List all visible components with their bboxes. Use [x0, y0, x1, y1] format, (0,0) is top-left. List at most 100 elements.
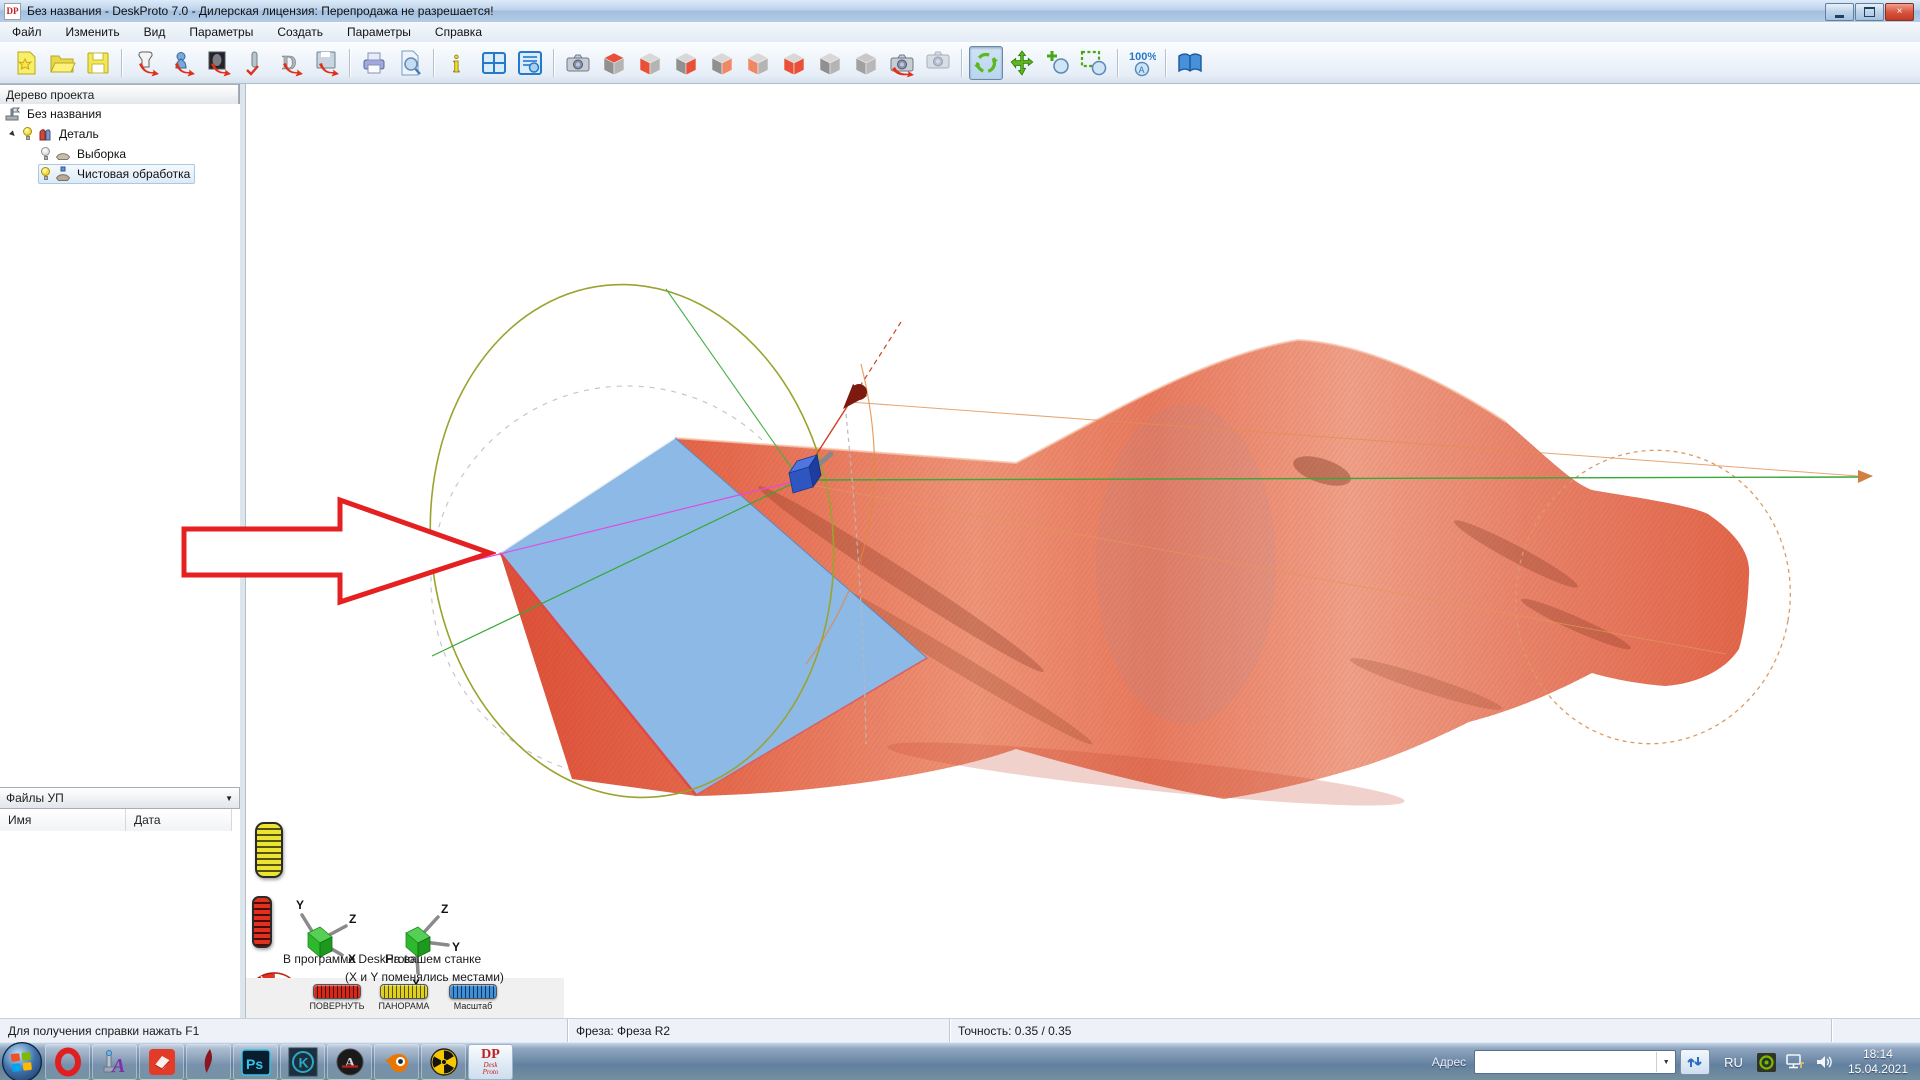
- new-project-icon[interactable]: [9, 46, 43, 80]
- tree-item-2[interactable]: Выборка: [0, 144, 240, 164]
- tree-item-0[interactable]: Без названия: [0, 104, 240, 124]
- radiation-icon[interactable]: [421, 1044, 466, 1080]
- window-title: Без названия - DeskProto 7.0 - Дилерская…: [27, 4, 494, 18]
- flame-icon[interactable]: [186, 1044, 231, 1080]
- toolbar-separator: [349, 49, 351, 77]
- print-preview-icon[interactable]: [393, 46, 427, 80]
- zoom-100-icon[interactable]: 100%A: [1125, 46, 1159, 80]
- window-layout-icon[interactable]: [477, 46, 511, 80]
- opera-icon[interactable]: [45, 1044, 90, 1080]
- tree-item-1[interactable]: ▶ Деталь: [0, 124, 240, 144]
- sketchup-icon[interactable]: [139, 1044, 184, 1080]
- address-combo[interactable]: ▼: [1474, 1050, 1676, 1074]
- address-input[interactable]: [1475, 1053, 1656, 1071]
- recall-view-icon[interactable]: [885, 46, 919, 80]
- toolbar-separator: [121, 49, 123, 77]
- visibility-bulb-icon[interactable]: [40, 167, 51, 181]
- agisoft-icon[interactable]: A: [327, 1044, 372, 1080]
- artcam-icon[interactable]: A: [92, 1044, 137, 1080]
- project-tree-title: Дерево проекта: [6, 88, 94, 102]
- toolbar-separator: [1117, 49, 1119, 77]
- rotate-view-icon[interactable]: [969, 46, 1003, 80]
- open-bitmap-icon[interactable]: [201, 46, 235, 80]
- status-hint: Для получения справки нажать F1: [0, 1019, 568, 1042]
- info-icon[interactable]: i: [441, 46, 475, 80]
- open-relief-icon[interactable]: [165, 46, 199, 80]
- toolbar-separator: [553, 49, 555, 77]
- view-left-icon[interactable]: [741, 46, 775, 80]
- minimize-button[interactable]: [1825, 3, 1854, 21]
- viewport-3d[interactable]: Y Z X Z Y X В программе DeskProto На ваш…: [246, 84, 1920, 1018]
- column-name[interactable]: Имя: [0, 809, 126, 831]
- menu-item-3[interactable]: Параметры: [177, 22, 265, 42]
- kompas-icon[interactable]: K: [280, 1044, 325, 1080]
- save-project-icon[interactable]: [81, 46, 115, 80]
- language-indicator[interactable]: RU: [1724, 1055, 1743, 1070]
- network-tray-icon[interactable]: [1784, 1052, 1806, 1072]
- close-button[interactable]: ×: [1885, 3, 1914, 21]
- zoom-mode-button[interactable]: [449, 984, 497, 999]
- zoom-slider[interactable]: [255, 822, 283, 878]
- expander-icon[interactable]: ▶: [5, 126, 21, 142]
- photoshop-icon[interactable]: Ps: [233, 1044, 278, 1080]
- rotate-slider[interactable]: [252, 896, 272, 948]
- app-logo-icon: DP: [4, 3, 21, 20]
- open-geometry-icon[interactable]: [129, 46, 163, 80]
- clock[interactable]: 18:14 15.04.2021: [1848, 1047, 1908, 1077]
- address-dropdown-icon[interactable]: ▼: [1656, 1052, 1675, 1072]
- pan-mode-button[interactable]: [380, 984, 428, 999]
- pan-view-icon[interactable]: [1005, 46, 1039, 80]
- visibility-bulb-icon[interactable]: [40, 147, 51, 161]
- tree-item-label: Чистовая обработка: [77, 167, 190, 181]
- view-axo-icon[interactable]: [849, 46, 883, 80]
- snapshot-icon[interactable]: [561, 46, 595, 80]
- view-back-icon[interactable]: [705, 46, 739, 80]
- menu-item-4[interactable]: Создать: [265, 22, 335, 42]
- zoom-rect-icon[interactable]: [1077, 46, 1111, 80]
- nvidia-tray-icon[interactable]: [1757, 1053, 1776, 1072]
- view-right-icon[interactable]: [669, 46, 703, 80]
- nc-files-list[interactable]: [0, 831, 240, 1018]
- view-bottom-icon[interactable]: [777, 46, 811, 80]
- volume-tray-icon[interactable]: [1814, 1052, 1834, 1072]
- view-front-icon[interactable]: [633, 46, 667, 80]
- parameter-list-icon[interactable]: [513, 46, 547, 80]
- start-button[interactable]: [0, 1044, 44, 1080]
- refresh-button[interactable]: [1680, 1049, 1710, 1075]
- clock-date: 15.04.2021: [1848, 1062, 1908, 1077]
- nc-files-collapse-icon[interactable]: ▼: [225, 794, 233, 803]
- tree-item-label: Деталь: [59, 127, 99, 141]
- toolbar-separator: [433, 49, 435, 77]
- svg-text:A: A: [110, 1055, 125, 1077]
- column-date[interactable]: Дата: [126, 809, 232, 831]
- menu-item-6[interactable]: Справка: [423, 22, 494, 42]
- menu-item-1[interactable]: Изменить: [54, 22, 132, 42]
- zoom-in-icon[interactable]: [1041, 46, 1075, 80]
- blender-icon[interactable]: [374, 1044, 419, 1080]
- open-project-icon[interactable]: [45, 46, 79, 80]
- store-view-icon[interactable]: [921, 46, 955, 80]
- view-iso-icon[interactable]: [813, 46, 847, 80]
- help-icon[interactable]: [1173, 46, 1207, 80]
- open-vector-icon[interactable]: [237, 46, 271, 80]
- svg-text:A: A: [344, 1055, 355, 1071]
- scene-canvas: [246, 84, 1920, 1018]
- maximize-button[interactable]: [1855, 3, 1884, 21]
- view-top-icon[interactable]: [597, 46, 631, 80]
- rotate-mode-button[interactable]: [313, 984, 361, 999]
- print-icon[interactable]: [357, 46, 391, 80]
- menu-item-0[interactable]: Файл: [0, 22, 54, 42]
- nc-files-header[interactable]: Файлы УП ▼: [0, 787, 240, 809]
- menu-item-5[interactable]: Параметры: [335, 22, 423, 42]
- visibility-bulb-icon[interactable]: [22, 127, 33, 141]
- menu-item-2[interactable]: Вид: [132, 22, 178, 42]
- write-nc-file-icon[interactable]: [309, 46, 343, 80]
- pan-mode-label: ПАНОРАМА: [372, 1001, 436, 1011]
- open-text-icon[interactable]: D: [273, 46, 307, 80]
- taskbar: APsKADPDeskProto Адрес ▼ RU: [0, 1042, 1920, 1080]
- deskproto-icon[interactable]: DPDeskProto: [468, 1044, 513, 1080]
- taskbar-tray: Адрес ▼ RU 18:14: [1432, 1043, 1920, 1080]
- tree-item-3[interactable]: Чистовая обработка: [0, 164, 240, 184]
- part-icon: [37, 126, 55, 142]
- title-bar[interactable]: DP Без названия - DeskProto 7.0 - Дилерс…: [0, 0, 1920, 23]
